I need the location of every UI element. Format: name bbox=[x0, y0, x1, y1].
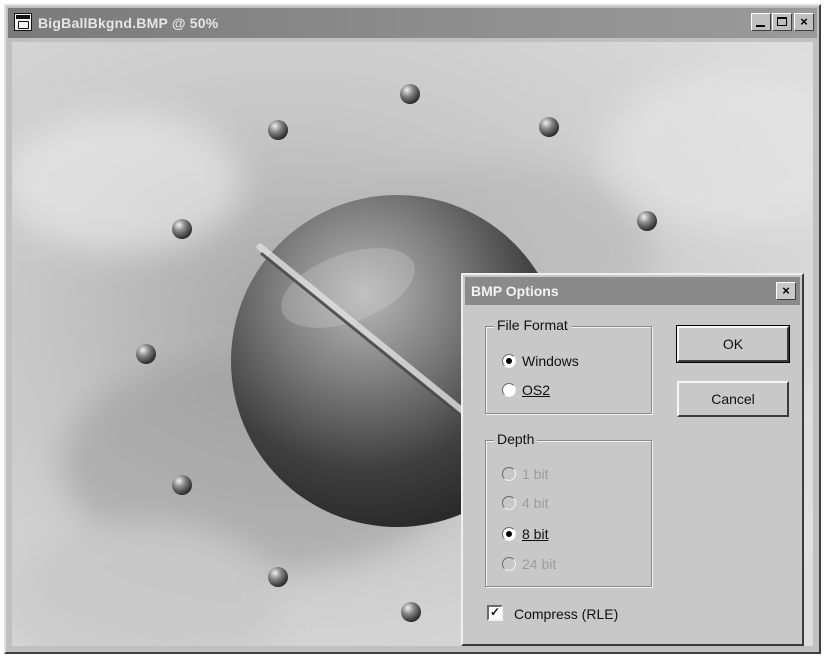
small-metal-ball bbox=[268, 567, 288, 587]
minimize-button[interactable] bbox=[751, 13, 771, 31]
cancel-button[interactable]: Cancel bbox=[677, 381, 789, 417]
dialog-close-button[interactable]: × bbox=[776, 282, 796, 300]
small-metal-ball bbox=[268, 120, 288, 140]
small-metal-ball bbox=[136, 344, 156, 364]
radio-indicator bbox=[502, 527, 516, 541]
maximize-icon bbox=[777, 17, 787, 26]
bmp-options-dialog: BMP Options × File Format Windows OS2 De… bbox=[461, 273, 804, 646]
depth-group: Depth 1 bit 4 bit 8 bit 24 bit bbox=[485, 431, 652, 587]
radio-indicator bbox=[502, 383, 516, 397]
small-metal-ball bbox=[172, 219, 192, 239]
radio-indicator bbox=[502, 496, 516, 510]
radio-dot bbox=[506, 358, 512, 364]
small-metal-ball bbox=[401, 602, 421, 622]
small-metal-ball bbox=[400, 84, 420, 104]
ok-button[interactable]: OK bbox=[676, 325, 790, 363]
checkbox-checked-icon: ✓ bbox=[487, 605, 503, 621]
file-format-label: File Format bbox=[494, 317, 571, 333]
image-window: BigBallBkgnd.BMP @ 50% × BMP Options × F… bbox=[4, 4, 821, 654]
radio-windows-label: Windows bbox=[522, 353, 579, 369]
window-titlebar[interactable]: BigBallBkgnd.BMP @ 50% × bbox=[8, 8, 817, 38]
window-close-button[interactable]: × bbox=[794, 13, 814, 31]
radio-4-bit-label: 4 bit bbox=[522, 495, 549, 511]
dialog-title: BMP Options bbox=[471, 283, 559, 299]
radio-8-bit-label: 8 bit bbox=[522, 526, 549, 542]
radio-1-bit-label: 1 bit bbox=[522, 466, 549, 482]
radio-indicator bbox=[502, 354, 516, 368]
close-icon: × bbox=[800, 14, 808, 29]
small-metal-ball bbox=[637, 211, 657, 231]
depth-label: Depth bbox=[494, 431, 538, 447]
document-icon[interactable] bbox=[14, 13, 32, 31]
compress-rle-label: Compress (RLE) bbox=[514, 606, 619, 622]
file-format-group: File Format Windows OS2 bbox=[485, 317, 652, 414]
close-icon: × bbox=[782, 283, 790, 298]
image-canvas[interactable]: BMP Options × File Format Windows OS2 De… bbox=[12, 42, 813, 646]
small-metal-ball bbox=[172, 475, 192, 495]
radio-24-bit-label: 24 bit bbox=[522, 556, 557, 572]
window-title: BigBallBkgnd.BMP @ 50% bbox=[38, 15, 219, 31]
maximize-button[interactable] bbox=[772, 13, 792, 31]
small-metal-ball bbox=[539, 117, 559, 137]
radio-os2-label: OS2 bbox=[522, 382, 551, 398]
radio-indicator bbox=[502, 467, 516, 481]
radio-dot bbox=[506, 531, 512, 537]
minimize-icon bbox=[756, 25, 765, 27]
dialog-titlebar[interactable]: BMP Options × bbox=[465, 277, 800, 305]
radio-indicator bbox=[502, 557, 516, 571]
